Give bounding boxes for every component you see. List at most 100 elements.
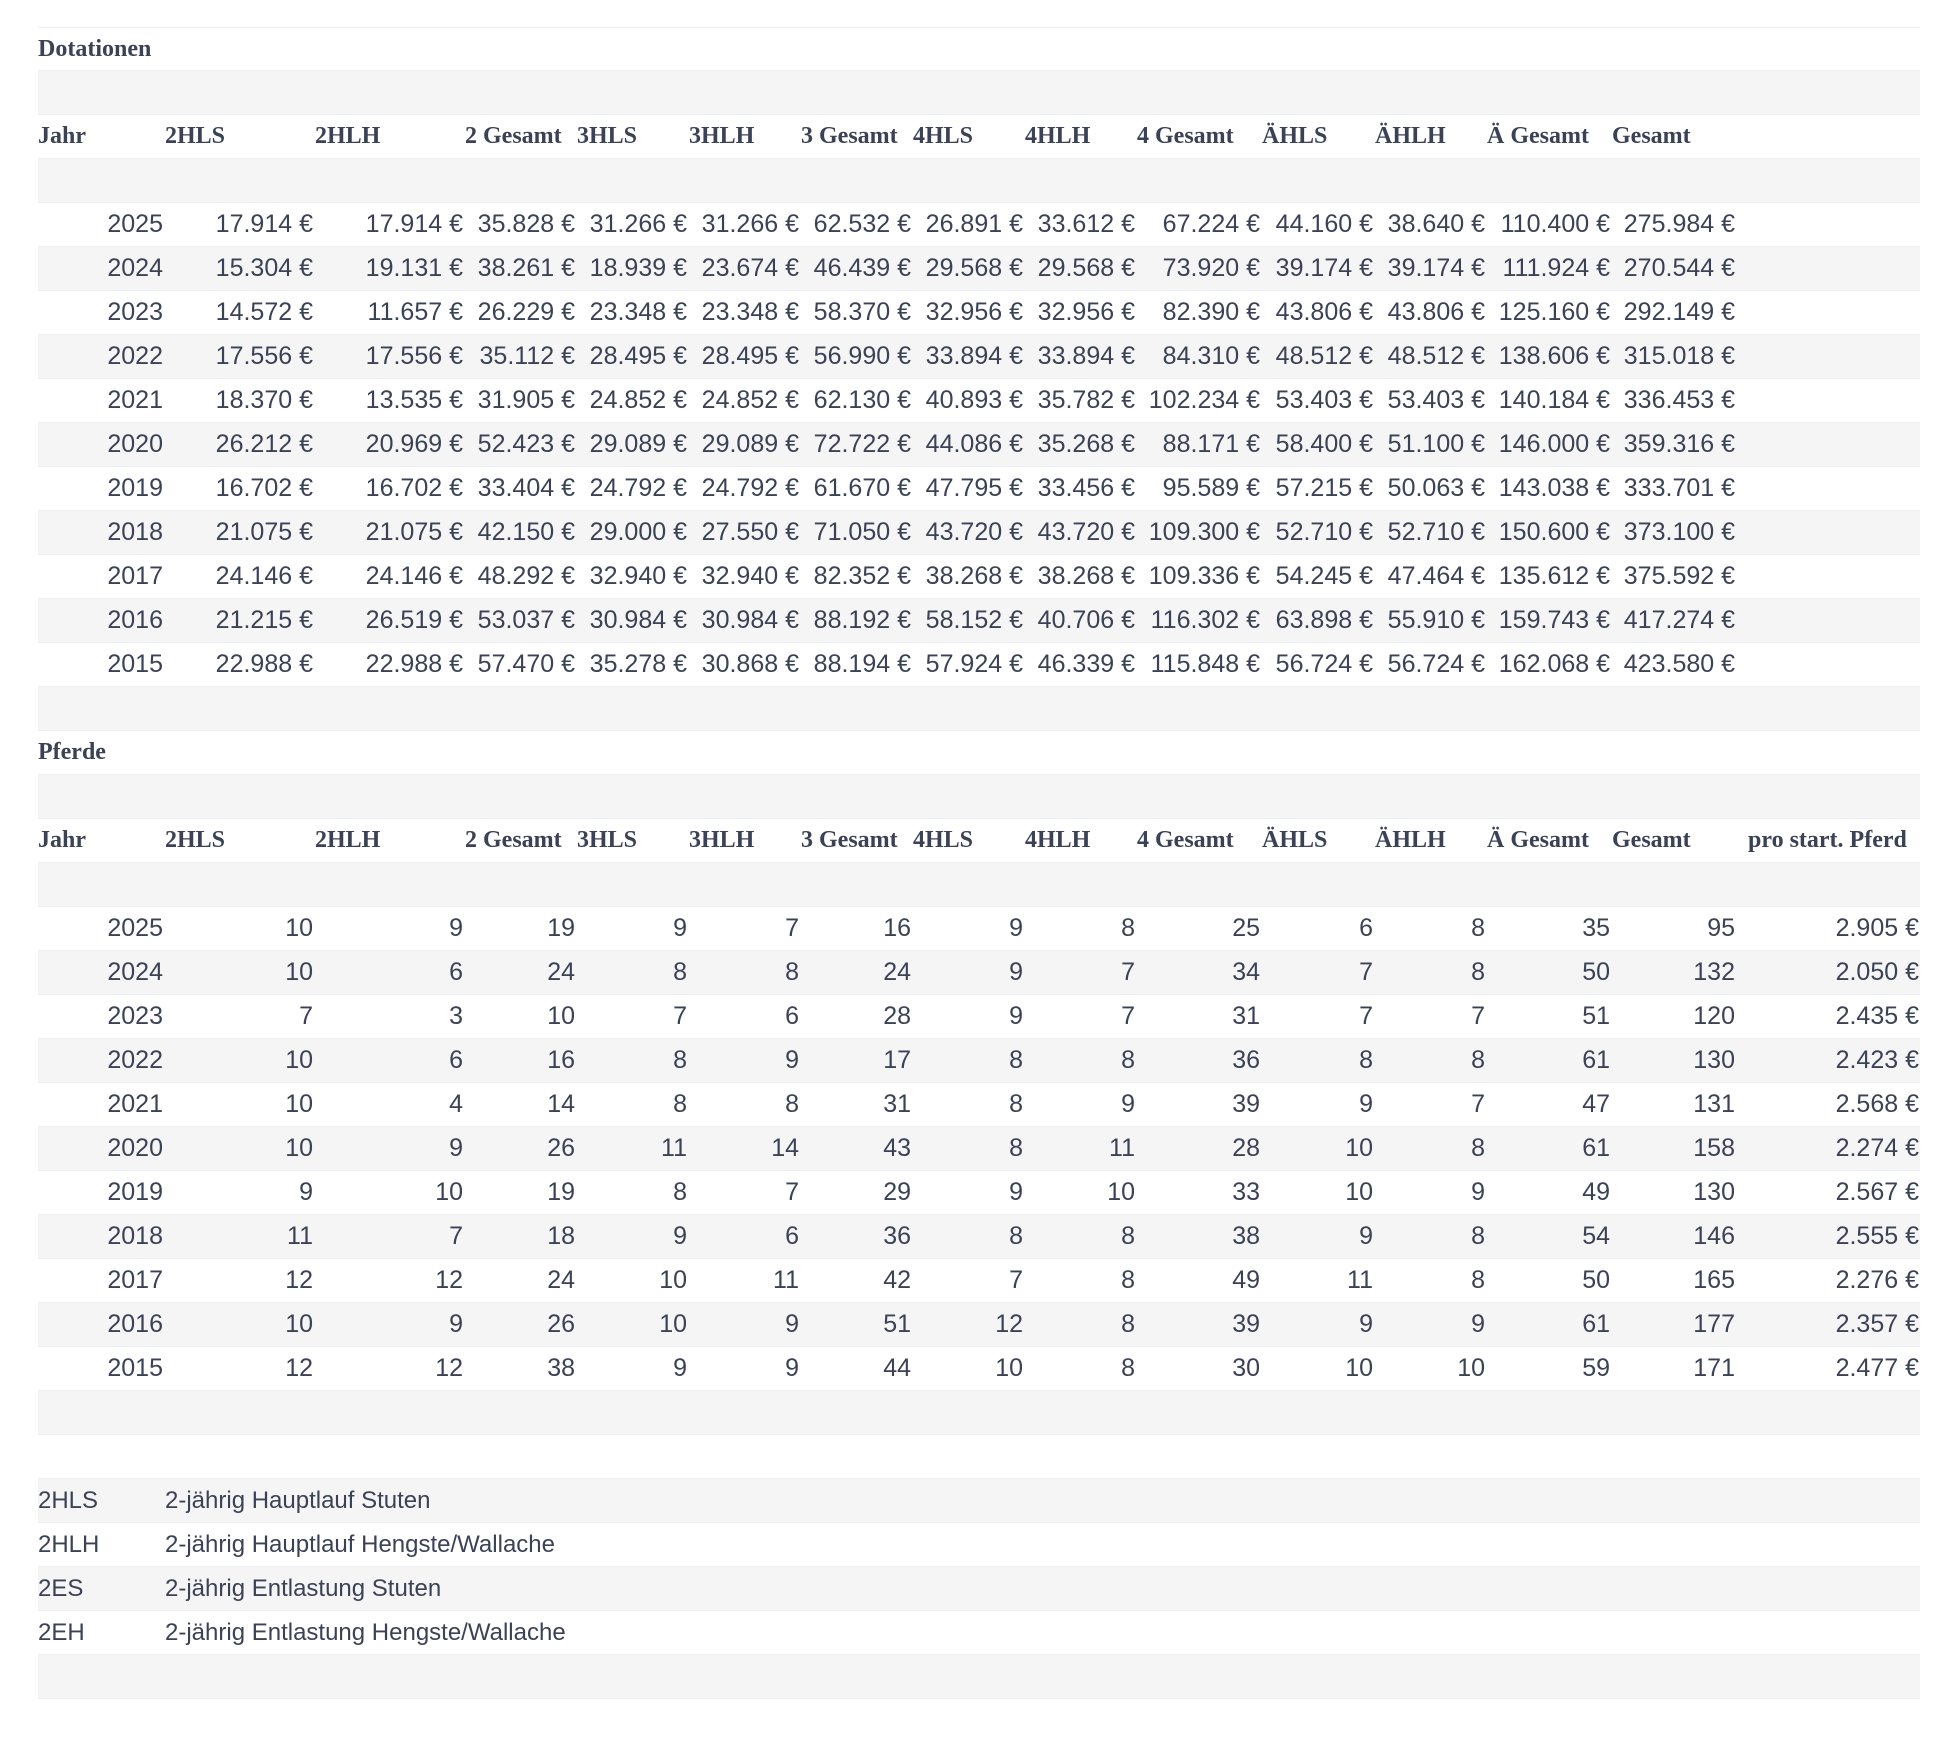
pferde-cell: 7 [673, 1002, 687, 1030]
pferde-cell: 2.423 € [1835, 1046, 1919, 1074]
dotationen-cell: 32.956 € [925, 298, 1023, 326]
legend-row: 2HLH 2-jährig Hauptlauf Hengste/Wallache [38, 1523, 1920, 1567]
pferde-cell: 16 [883, 914, 911, 942]
pferde-cell: 2.567 € [1835, 1178, 1919, 1206]
pferde-cell: 28 [1232, 1134, 1260, 1162]
dotationen-cell: 14.572 € [215, 298, 313, 326]
dotationen-cell: 359.316 € [1623, 430, 1735, 458]
dotationen-cell: 375.592 € [1623, 562, 1735, 590]
pferde-cell: 31 [883, 1090, 911, 1118]
dotationen-col-header: 3HLS [577, 123, 638, 149]
pferde-cell: 9 [299, 1178, 313, 1206]
dotationen-cell: 56.990 € [813, 342, 911, 370]
pferde-col-header: Ä Gesamt [1487, 827, 1589, 853]
pferde-cell: 10 [1457, 1354, 1485, 1382]
dotationen-cell: 39.174 € [1275, 254, 1373, 282]
pferde-cell: 7 [1471, 1002, 1485, 1030]
pferde-cell: 8 [673, 1178, 687, 1206]
dotationen-cell: 33.894 € [925, 342, 1023, 370]
pferde-cell: 39 [1232, 1310, 1260, 1338]
pferde-cell: 10 [659, 1310, 687, 1338]
pferde-cell: 2020 [107, 1134, 163, 1162]
pferde-cell: 131 [1693, 1090, 1735, 1118]
dotationen-cell: 88.171 € [1162, 430, 1260, 458]
dotationen-cell: 57.215 € [1275, 474, 1373, 502]
dotationen-cell: 53.037 € [477, 606, 575, 634]
dotationen-cell: 2018 [107, 518, 163, 546]
dotationen-cell: 22.988 € [215, 650, 313, 678]
dotationen-cell: 52.423 € [477, 430, 575, 458]
dotationen-cell: 23.674 € [701, 254, 799, 282]
pferde-cell: 2.050 € [1835, 958, 1919, 986]
dotationen-cell: 26.519 € [365, 606, 463, 634]
dotationen-cell: 24.792 € [589, 474, 687, 502]
dotationen-cell: 55.910 € [1387, 606, 1485, 634]
pferde-cell: 6 [785, 1222, 799, 1250]
pferde-cell: 10 [285, 1310, 313, 1338]
pferde-title-row: Pferde [38, 731, 1920, 775]
dotationen-cell: 135.612 € [1498, 562, 1610, 590]
dotationen-cell: 35.268 € [1037, 430, 1135, 458]
dotationen-cell: 21.075 € [365, 518, 463, 546]
dotationen-cell: 53.403 € [1275, 386, 1373, 414]
pferde-cell: 17 [883, 1046, 911, 1074]
pferde-cell: 34 [1232, 958, 1260, 986]
legend-row: 2HLS 2-jährig Hauptlauf Stuten [38, 1479, 1920, 1523]
pferde-cell: 7 [785, 1178, 799, 1206]
pferde-cell: 8 [1121, 1354, 1135, 1382]
pferde-cell: 10 [547, 1002, 575, 1030]
pferde-cell: 36 [1232, 1046, 1260, 1074]
pferde-cell: 9 [673, 1222, 687, 1250]
pferde-cell: 7 [1359, 1002, 1373, 1030]
dotationen-cell: 29.000 € [589, 518, 687, 546]
pferde-cell: 8 [1121, 1046, 1135, 1074]
dotationen-cell: 13.535 € [365, 386, 463, 414]
dotationen-cell: 38.640 € [1387, 210, 1485, 238]
legend-key: 2HLH [38, 1531, 100, 1558]
dotationen-cell: 17.556 € [215, 342, 313, 370]
pferde-cell: 9 [449, 1310, 463, 1338]
pferde-cell: 8 [1471, 914, 1485, 942]
pferde-cell: 132 [1693, 958, 1735, 986]
pferde-cell: 8 [785, 958, 799, 986]
pferde-cell: 9 [449, 914, 463, 942]
dotationen-cell: 2024 [107, 254, 163, 282]
dotationen-cell: 58.152 € [925, 606, 1023, 634]
pferde-table-row: 2017 12 12 24 10 11 42 7 8 49 11 8 50 165 2.276 € [38, 1259, 1920, 1303]
dotationen-cell: 18.939 € [589, 254, 687, 282]
pferde-cell: 12 [285, 1354, 313, 1382]
pferde-cell: 10 [285, 914, 313, 942]
pferde-cell: 29 [883, 1178, 911, 1206]
dotationen-table-row: 2020 26.212 € 20.969 € 52.423 € 29.089 € 29.0… [38, 423, 1920, 467]
pferde-spacer-row [38, 1391, 1920, 1435]
legend-key: 2EH [38, 1619, 85, 1646]
dotationen-cell: 31.266 € [589, 210, 687, 238]
pferde-cell: 8 [1121, 1266, 1135, 1294]
dotationen-cell: 47.795 € [925, 474, 1023, 502]
dotationen-cell: 33.612 € [1037, 210, 1135, 238]
pferde-cell: 38 [547, 1354, 575, 1382]
dotationen-cell: 71.050 € [813, 518, 911, 546]
dotationen-cell: 32.956 € [1037, 298, 1135, 326]
pferde-table-row: 2016 10 9 26 10 9 51 12 8 39 9 9 61 177 2.357 € [38, 1303, 1920, 1347]
dotationen-col-header: Ä Gesamt [1487, 123, 1589, 149]
pferde-cell: 9 [1121, 1090, 1135, 1118]
dotationen-table-row: 2017 24.146 € 24.146 € 48.292 € 32.940 € 32.9… [38, 555, 1920, 599]
dotationen-cell: 18.370 € [215, 386, 313, 414]
dotationen-cell: 40.893 € [925, 386, 1023, 414]
dotationen-cell: 46.339 € [1037, 650, 1135, 678]
dotationen-cell: 48.512 € [1275, 342, 1373, 370]
dotationen-col-header: Jahr [38, 123, 86, 149]
dotationen-cell: 38.268 € [1037, 562, 1135, 590]
dotationen-spacer-row [38, 159, 1920, 203]
dotationen-cell: 2022 [107, 342, 163, 370]
pferde-cell: 9 [449, 1134, 463, 1162]
pferde-cell: 2023 [107, 1002, 163, 1030]
pferde-cell: 165 [1693, 1266, 1735, 1294]
pferde-header-row: Jahr 2HLS 2HLH 2 Gesamt 3HLS 3HLH 3 Gesamt 4HLS… [38, 819, 1920, 863]
pferde-cell: 39 [1232, 1090, 1260, 1118]
dotationen-col-header: 4 Gesamt [1137, 123, 1234, 149]
dotationen-cell: 72.722 € [813, 430, 911, 458]
pferde-cell: 2.477 € [1835, 1354, 1919, 1382]
pferde-cell: 9 [785, 1046, 799, 1074]
